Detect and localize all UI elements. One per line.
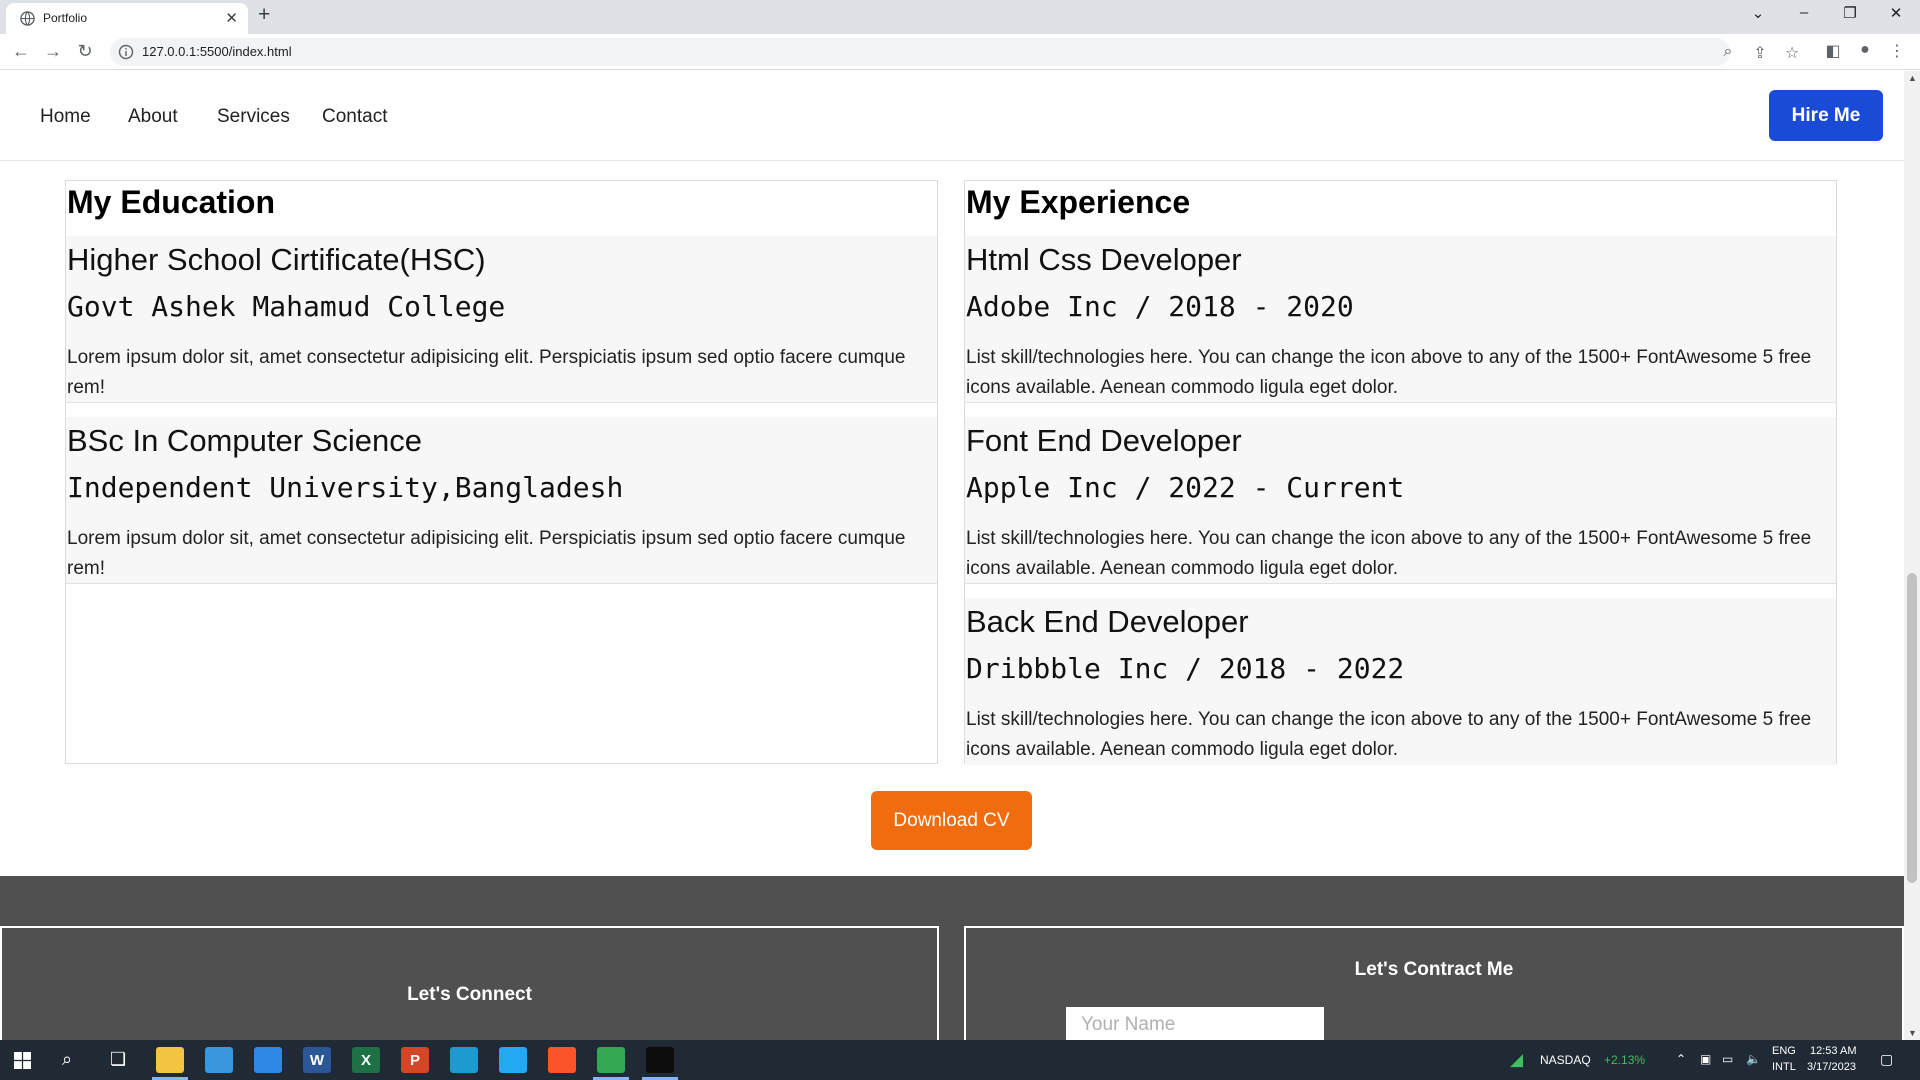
new-tab-button[interactable]: + <box>258 3 270 27</box>
browser-toolbar: ← → ↻ 127.0.0.1:5500/index.html ⌕ ⇪ ☆ ◧ … <box>0 34 1920 70</box>
entry-subtitle: Dribbble Inc / 2018 - 2022 <box>966 652 1405 685</box>
tab-title: Portfolio <box>43 11 88 25</box>
network-icon[interactable]: ▭ <box>1722 1052 1733 1066</box>
task-view-icon[interactable]: ❏ <box>110 1049 126 1070</box>
url-text: 127.0.0.1:5500/index.html <box>142 44 292 59</box>
nav-link-contact[interactable]: Contact <box>322 106 387 128</box>
connect-title: Let's Connect <box>407 984 532 1005</box>
nav-link-services[interactable]: Services <box>217 106 290 128</box>
globe-icon <box>20 11 35 26</box>
forward-icon[interactable]: → <box>42 41 64 62</box>
store-icon[interactable] <box>205 1047 233 1073</box>
scroll-up-icon[interactable]: ▲ <box>1908 73 1917 83</box>
reload-icon[interactable]: ↻ <box>74 41 96 62</box>
page-scrollbar[interactable]: ▲ ▼ <box>1904 71 1920 1040</box>
name-input[interactable] <box>1066 1007 1324 1040</box>
nav-link-home[interactable]: Home <box>40 106 91 128</box>
contact-form-box: Let's Contract Me <box>964 926 1904 1040</box>
education-card: My Education Higher School Cirtificate(H… <box>65 180 938 764</box>
education-entry: Higher School Cirtificate(HSC) Govt Ashe… <box>66 236 937 403</box>
entry-title: Back End Developer <box>966 604 1249 639</box>
entry-description: Lorem ipsum dolor sit, amet consectetur … <box>67 528 906 579</box>
stock-name: NASDAQ <box>1540 1053 1591 1067</box>
powerpoint-icon[interactable]: P <box>401 1047 429 1073</box>
back-icon[interactable]: ← <box>10 41 32 62</box>
entry-description: List skill/technologies here. You can ch… <box>966 347 1812 398</box>
stock-change: +2.13% <box>1604 1053 1646 1067</box>
education-title: My Education <box>67 184 276 220</box>
restore-icon[interactable]: ❐ <box>1836 4 1864 22</box>
entry-title: BSc In Computer Science <box>67 423 422 458</box>
contract-title: Let's Contract Me <box>1354 959 1514 980</box>
excel-icon[interactable]: X <box>352 1047 380 1073</box>
tab-search-icon[interactable]: ⌄ <box>1744 4 1772 22</box>
minimize-icon[interactable]: – <box>1790 4 1818 21</box>
connect-box: Let's Connect <box>0 926 939 1040</box>
entry-description: List skill/technologies here. You can ch… <box>966 709 1812 760</box>
menu-kebab-icon[interactable]: ⋮ <box>1886 41 1908 61</box>
entry-subtitle: Independent University,Bangladesh <box>67 471 624 504</box>
entry-subtitle: Adobe Inc / 2018 - 2020 <box>966 290 1354 323</box>
bookmark-star-icon[interactable]: ☆ <box>1782 43 1802 63</box>
window-close-icon[interactable]: ✕ <box>1882 4 1910 22</box>
hire-me-button[interactable]: Hire Me <box>1769 90 1883 141</box>
edge-icon[interactable] <box>450 1047 478 1073</box>
share-icon[interactable]: ⇪ <box>1750 43 1770 63</box>
experience-card: My Experience Html Css Developer Adobe I… <box>964 180 1837 765</box>
side-panel-icon[interactable]: ◧ <box>1822 41 1844 61</box>
entry-title: Higher School Cirtificate(HSC) <box>67 242 486 277</box>
file-explorer-icon[interactable] <box>156 1047 184 1073</box>
chrome-icon[interactable] <box>597 1047 625 1073</box>
mail-icon[interactable] <box>254 1047 282 1073</box>
tab-close-icon[interactable]: ✕ <box>225 9 238 27</box>
entry-subtitle: Govt Ashek Mahamud College <box>67 290 506 323</box>
education-entry: BSc In Computer Science Independent Univ… <box>66 417 937 584</box>
language-bottom[interactable]: INTL <box>1772 1061 1796 1073</box>
experience-entry: Back End Developer Dribbble Inc / 2018 -… <box>965 598 1836 765</box>
windows-start-icon[interactable] <box>14 1052 31 1069</box>
site-navbar: Home About Services Contact Hire Me <box>0 71 1904 161</box>
scroll-down-icon[interactable]: ▼ <box>1908 1028 1917 1038</box>
scroll-thumb[interactable] <box>1907 573 1917 883</box>
entry-title: Font End Developer <box>966 423 1242 458</box>
brave-icon[interactable] <box>548 1047 576 1073</box>
browser-tab-bar: Portfolio ✕ + ⌄ – ❐ ✕ <box>0 0 1920 34</box>
entry-description: List skill/technologies here. You can ch… <box>966 528 1812 579</box>
zoom-icon[interactable]: ⌕ <box>1718 43 1738 61</box>
experience-entry: Html Css Developer Adobe Inc / 2018 - 20… <box>965 236 1836 403</box>
entry-subtitle: Apple Inc / 2022 - Current <box>966 471 1405 504</box>
entry-title: Html Css Developer <box>966 242 1242 277</box>
language-top[interactable]: ENG <box>1772 1045 1796 1057</box>
profile-avatar-icon[interactable]: ● <box>1854 41 1876 59</box>
experience-entry: Font End Developer Apple Inc / 2022 - Cu… <box>965 417 1836 584</box>
search-icon[interactable]: ⌕ <box>62 1049 72 1070</box>
page-viewport: Home About Services Contact Hire Me My E… <box>0 71 1904 1040</box>
windows-taskbar: ⌕ ❏ WXP ◢ NASDAQ +2.13% ⌃ ▣ ▭ 🔈 ENG INTL… <box>0 1040 1920 1080</box>
nav-link-about[interactable]: About <box>128 106 178 128</box>
word-icon[interactable]: W <box>303 1047 331 1073</box>
clock-time[interactable]: 12:53 AM <box>1810 1045 1856 1057</box>
footer: Let's Connect Let's Contract Me <box>0 876 1904 1040</box>
stock-chart-icon: ◢ <box>1510 1050 1524 1069</box>
terminal-icon[interactable] <box>646 1047 674 1073</box>
tray-chevron-icon[interactable]: ⌃ <box>1676 1052 1686 1066</box>
address-bar[interactable]: 127.0.0.1:5500/index.html ⌕ ⇪ ☆ <box>110 38 1799 66</box>
notification-icon[interactable]: ▢ <box>1880 1051 1893 1068</box>
vscode-icon[interactable] <box>499 1047 527 1073</box>
clock-date[interactable]: 3/17/2023 <box>1807 1061 1856 1073</box>
meet-icon[interactable]: ▣ <box>1700 1052 1711 1066</box>
experience-title: My Experience <box>966 184 1191 220</box>
download-cv-button[interactable]: Download CV <box>871 791 1032 850</box>
volume-icon[interactable]: 🔈 <box>1746 1052 1761 1066</box>
entry-description: Lorem ipsum dolor sit, amet consectetur … <box>67 347 906 398</box>
browser-tab[interactable]: Portfolio ✕ <box>6 3 248 34</box>
site-info-icon[interactable] <box>118 44 134 60</box>
